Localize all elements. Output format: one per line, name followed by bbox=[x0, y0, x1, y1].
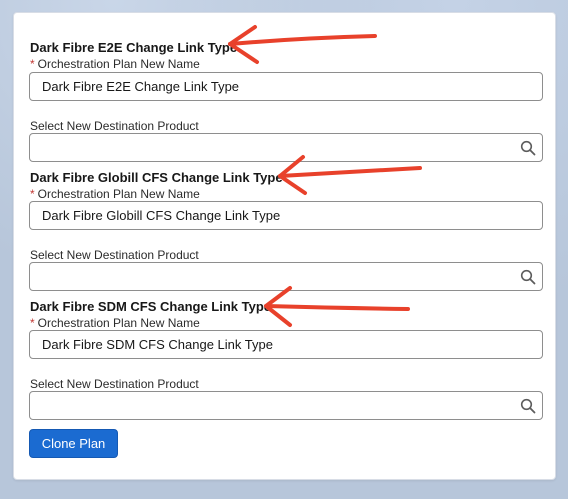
annotation-arrows bbox=[228, 25, 422, 327]
annotation-arrow-icon bbox=[228, 25, 377, 64]
annotation-arrow-icon bbox=[278, 155, 422, 195]
annotation-arrow-icon bbox=[264, 286, 410, 327]
